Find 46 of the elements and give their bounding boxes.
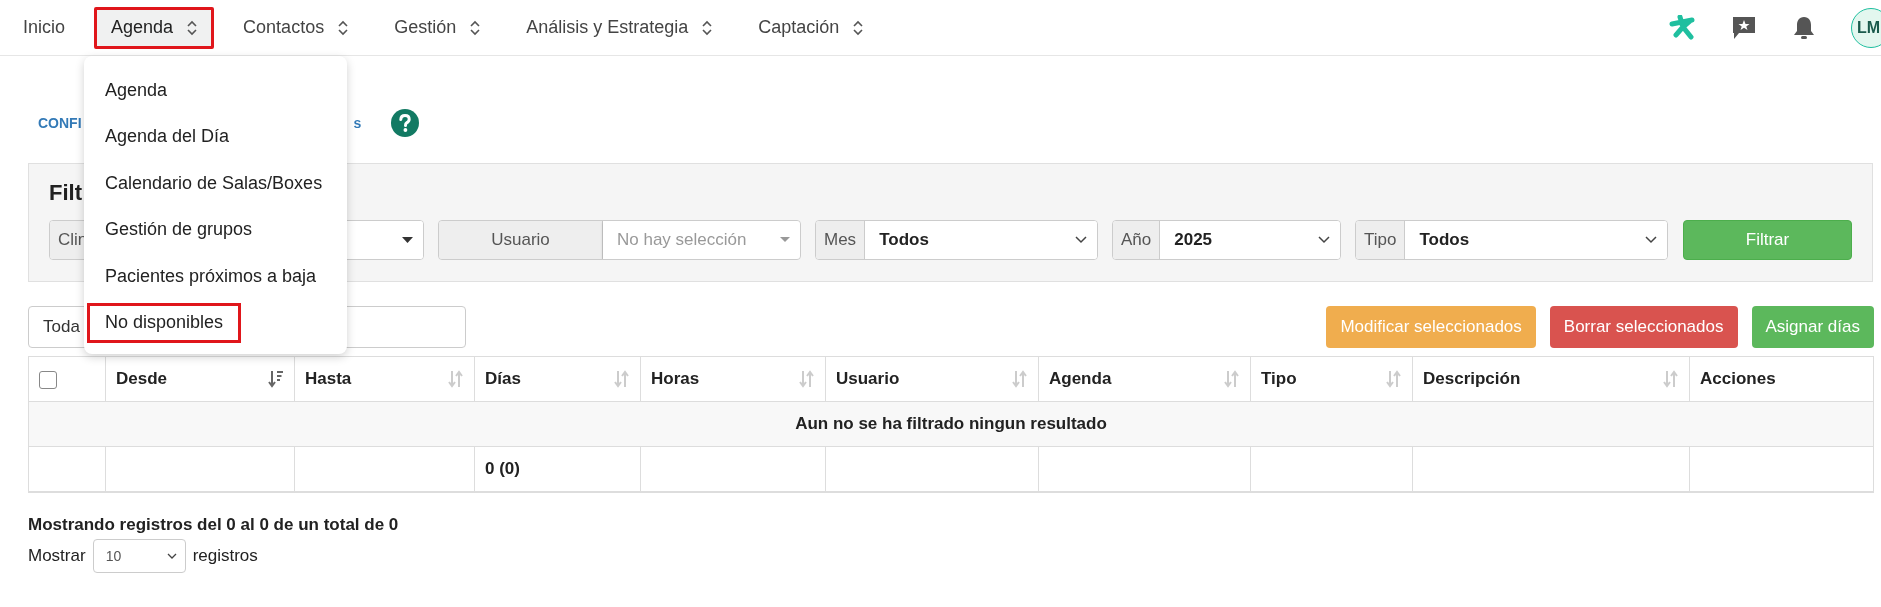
chat-star-icon[interactable] — [1731, 14, 1757, 41]
dropdown-menu-item[interactable]: Calendario de Salas/Boxes — [87, 163, 341, 203]
column-header: Acciones — [1689, 356, 1874, 402]
nav-menu-item[interactable]: Captación — [741, 6, 881, 49]
days-total-cell: 0 (0) — [474, 446, 641, 492]
column-header[interactable]: Tipo — [1250, 356, 1413, 402]
column-header[interactable]: Horas — [640, 356, 826, 402]
nav-menu-item[interactable]: Contactos — [226, 6, 366, 49]
column-header[interactable]: Agenda — [1038, 356, 1251, 402]
dropdown-caret-icon — [780, 237, 790, 243]
sort-caret-icon — [853, 19, 864, 36]
star-logo-icon[interactable] — [1668, 14, 1696, 41]
nav-menu-item[interactable]: Análisis y Estrategia — [509, 6, 730, 49]
config-link[interactable]: CONFI — [38, 115, 82, 131]
page-length-select[interactable]: 10 — [92, 538, 186, 573]
column-header[interactable]: Descripción — [1412, 356, 1690, 402]
dropdown-menu-item[interactable]: No disponibles — [87, 302, 242, 343]
records-label: registros — [192, 545, 258, 566]
column-header[interactable]: Hasta — [294, 356, 475, 402]
dropdown-caret-icon — [402, 236, 413, 244]
nav-menu-item[interactable]: Gestión — [377, 6, 498, 49]
sort-caret-icon — [470, 19, 481, 36]
section-link[interactable]: s — [353, 115, 362, 131]
dropdown-menu-item[interactable]: Agenda del Día — [87, 116, 248, 157]
sort-caret-icon — [702, 19, 713, 36]
user-avatar[interactable]: LM — [1851, 7, 1881, 48]
nav-menu-item[interactable]: Inicio — [6, 6, 83, 49]
select-label: Usuario — [439, 221, 603, 259]
show-label: Mostrar — [28, 545, 86, 566]
records-info: Mostrando registros del 0 al 0 de un total de 0 — [28, 514, 400, 535]
help-icon[interactable] — [391, 109, 420, 137]
sort-caret-icon — [338, 19, 349, 36]
bell-icon[interactable] — [1792, 14, 1816, 41]
empty-table-message: Aun no se ha filtrado ningun resultado — [28, 401, 1874, 447]
action-button[interactable]: Borrar seleccionados — [1549, 306, 1738, 348]
nav-menu-item[interactable]: Agenda — [94, 6, 215, 49]
sort-caret-icon — [187, 19, 198, 36]
chevron-down-icon — [166, 552, 177, 559]
dropdown-menu-item[interactable]: Pacientes próximos a baja — [87, 256, 335, 296]
column-header[interactable]: Desde — [105, 356, 295, 402]
filter-title: Filt — [49, 179, 82, 207]
column-header[interactable]: Usuario — [825, 356, 1039, 402]
picker-placeholder: No hay selección — [617, 230, 747, 250]
column-header[interactable]: Días — [474, 356, 641, 402]
select-all-checkbox[interactable] — [39, 370, 57, 389]
dropdown-menu-item[interactable]: Agenda — [87, 70, 186, 110]
